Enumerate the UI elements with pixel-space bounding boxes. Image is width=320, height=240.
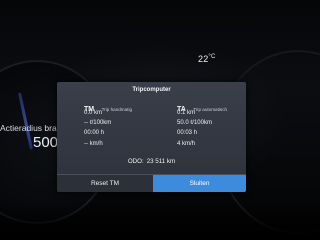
instrument-cluster-display: 22°C Actieradius brand 500 Tripcomputer … (0, 0, 320, 240)
trip-manual-subtitle: Trip handmatig (101, 107, 133, 112)
trip-manual-time: 00:00 h (84, 130, 105, 137)
dialog-button-bar: Reset TM Sluiten (57, 174, 246, 192)
trip-auto-time: 00:03 h (177, 130, 198, 137)
trip-auto-speed: 4 km/h (177, 140, 196, 147)
trip-manual-speed: -- km/h (84, 140, 103, 147)
odometer-label: ODO: (127, 158, 144, 165)
temperature-unit: °C (208, 54, 216, 60)
odometer-value: 23 511 km (146, 158, 176, 165)
close-button[interactable]: Sluiten (153, 175, 246, 192)
temperature-value: 22 (198, 54, 209, 64)
odometer: ODO: 23 511 km (57, 158, 246, 165)
tripcomputer-dialog: Tripcomputer TM Trip handmatig 0.0 km --… (57, 82, 246, 192)
dialog-title: Tripcomputer (132, 87, 171, 93)
outside-temperature: 22°C (198, 54, 216, 64)
range-label: Actieradius brand (0, 123, 60, 133)
trip-auto-subtitle: Trip automatisch (193, 107, 228, 112)
reset-tm-button[interactable]: Reset TM (57, 175, 153, 192)
range-value: 500 (33, 134, 57, 151)
trip-manual-header: TM Trip handmatig (84, 98, 164, 113)
trip-auto-header: TA Trip automatisch (177, 98, 246, 113)
trip-manual-consumption: -- ℓ/100km (84, 120, 112, 127)
trip-auto-consumption: 50.0 ℓ/100km (177, 120, 212, 127)
trip-manual-column: TM Trip handmatig 0.0 km -- ℓ/100km 00:0… (84, 98, 164, 149)
bottom-shade (0, 200, 320, 240)
trip-auto-column: TA Trip automatisch 0.1 km 50.0 ℓ/100km … (177, 98, 246, 149)
